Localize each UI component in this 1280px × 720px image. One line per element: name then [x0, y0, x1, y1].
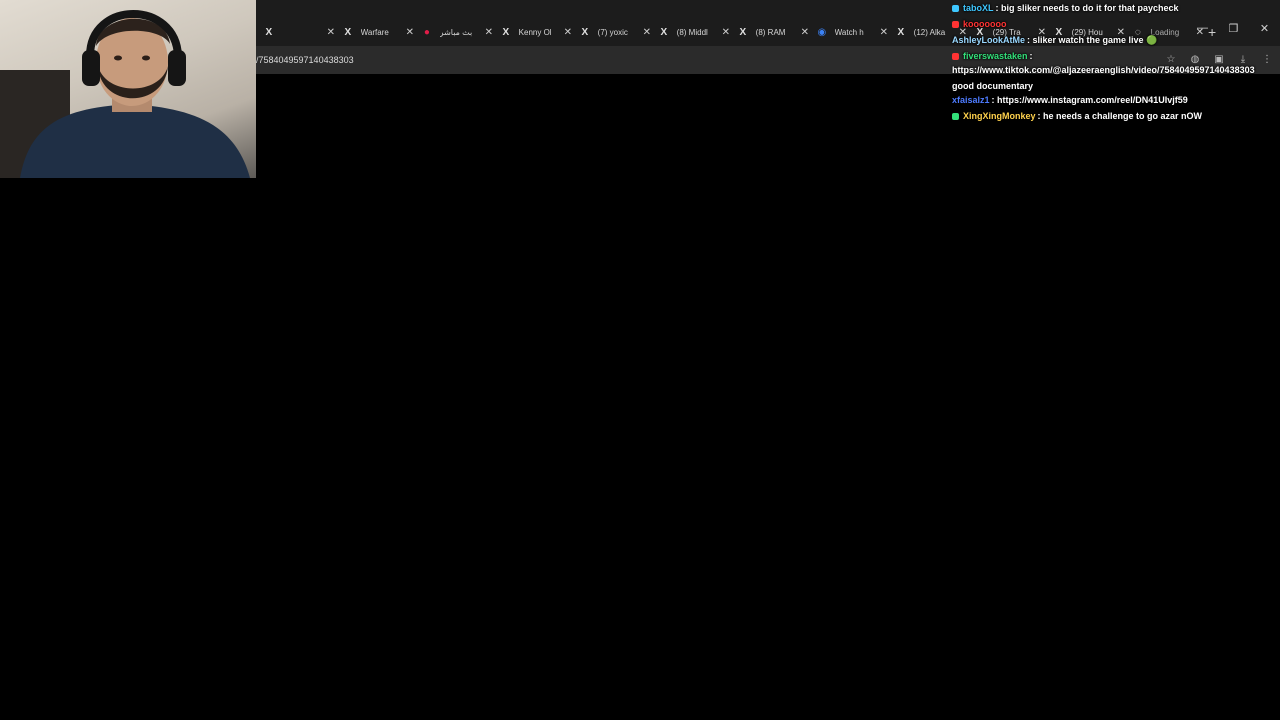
- tab-label: Warfare: [360, 27, 389, 37]
- x-logo-icon: X: [660, 26, 668, 38]
- browser-tab[interactable]: X (7) yoxic ✕: [572, 20, 652, 44]
- chat-text: : he needs a challenge to go azar nOW: [1037, 111, 1203, 121]
- chat-badge-icon: [952, 113, 959, 121]
- url-text[interactable]: /7584049597140438303: [256, 55, 354, 65]
- close-tab-icon[interactable]: ✕: [643, 27, 651, 38]
- chat-badge-icon: [952, 53, 959, 61]
- browser-tab[interactable]: ◉ Watch h ✕: [809, 20, 888, 44]
- tab-label: (7) yoxic: [597, 27, 628, 37]
- chat-username: AshleyLookAtMe: [952, 35, 1026, 45]
- chat-text: : sliker watch the game live 🟢: [1027, 35, 1158, 45]
- webcam-overlay: [0, 0, 256, 178]
- youtube-icon: ●: [423, 26, 430, 38]
- tab-label: (8) Middl: [676, 27, 708, 37]
- browser-tab[interactable]: X (8) RAM ✕: [730, 20, 810, 44]
- x-logo-icon: X: [502, 26, 510, 38]
- chat-text: : https://www.instagram.com/reel/DN41UIv…: [991, 95, 1188, 105]
- chat-message: XingXingMonkey: he needs a challenge to …: [952, 108, 1202, 124]
- chat-message: xfaisalz1: https://www.instagram.com/ree…: [952, 92, 1188, 108]
- close-tab-icon[interactable]: ✕: [564, 27, 572, 38]
- browser-tab[interactable]: X ✕: [256, 20, 336, 44]
- x-logo-icon: X: [581, 26, 589, 38]
- chat-username: XingXingMonkey: [963, 111, 1036, 121]
- minimize-button[interactable]: —: [1187, 22, 1218, 35]
- chat-badge-icon: [952, 21, 959, 29]
- chat-message: AshleyLookAtMe: sliker watch the game li…: [952, 32, 1157, 48]
- chat-message: kooooooo: [952, 16, 1009, 32]
- restore-button[interactable]: ❐: [1218, 22, 1249, 35]
- globe-icon: ◉: [817, 26, 827, 38]
- tab-label: Watch h: [834, 27, 864, 37]
- tab-label: بث مباشر: [439, 27, 473, 37]
- tab-label: (12) Alka: [913, 27, 946, 37]
- chat-text: : big sliker needs to do it for that pay…: [995, 3, 1179, 13]
- chat-username: xfaisalz1: [952, 95, 990, 105]
- browser-tab[interactable]: X (8) Middl ✕: [651, 20, 731, 44]
- chat-username: fiverswastaken: [963, 51, 1028, 61]
- chat-username: taboXL: [963, 3, 994, 13]
- window-controls: — ❐ ✕: [1187, 22, 1280, 35]
- webcam-figure: [0, 10, 250, 178]
- chat-badge-icon: [952, 5, 959, 13]
- browser-tab[interactable]: X Kenny Ol ✕: [493, 20, 573, 44]
- x-logo-icon: X: [265, 26, 273, 38]
- close-tab-icon[interactable]: ✕: [801, 27, 809, 38]
- tab-label: Kenny Ol: [518, 27, 552, 37]
- close-tab-icon[interactable]: ✕: [406, 27, 414, 38]
- close-tab-icon[interactable]: ✕: [722, 27, 730, 38]
- close-tab-icon[interactable]: ✕: [485, 27, 493, 38]
- chat-text: :: [1029, 51, 1033, 61]
- chat-username: kooooooo: [963, 19, 1007, 29]
- x-logo-icon: X: [739, 26, 747, 38]
- close-window-button[interactable]: ✕: [1249, 22, 1280, 35]
- chat-message: taboXL: big sliker needs to do it for th…: [952, 0, 1179, 16]
- chat-message: https://www.tiktok.com/@aljazeeraenglish…: [952, 62, 1278, 94]
- close-tab-icon[interactable]: ✕: [880, 27, 888, 38]
- tab-label: (8) RAM: [755, 27, 786, 37]
- chat-text: https://www.tiktok.com/@aljazeeraenglish…: [952, 65, 1255, 91]
- close-tab-icon[interactable]: ✕: [327, 27, 335, 38]
- browser-tab[interactable]: ● بث مباشر ✕: [414, 20, 493, 44]
- x-logo-icon: X: [897, 26, 905, 38]
- x-logo-icon: X: [344, 26, 352, 38]
- browser-tab[interactable]: X Warfare ✕: [335, 20, 415, 44]
